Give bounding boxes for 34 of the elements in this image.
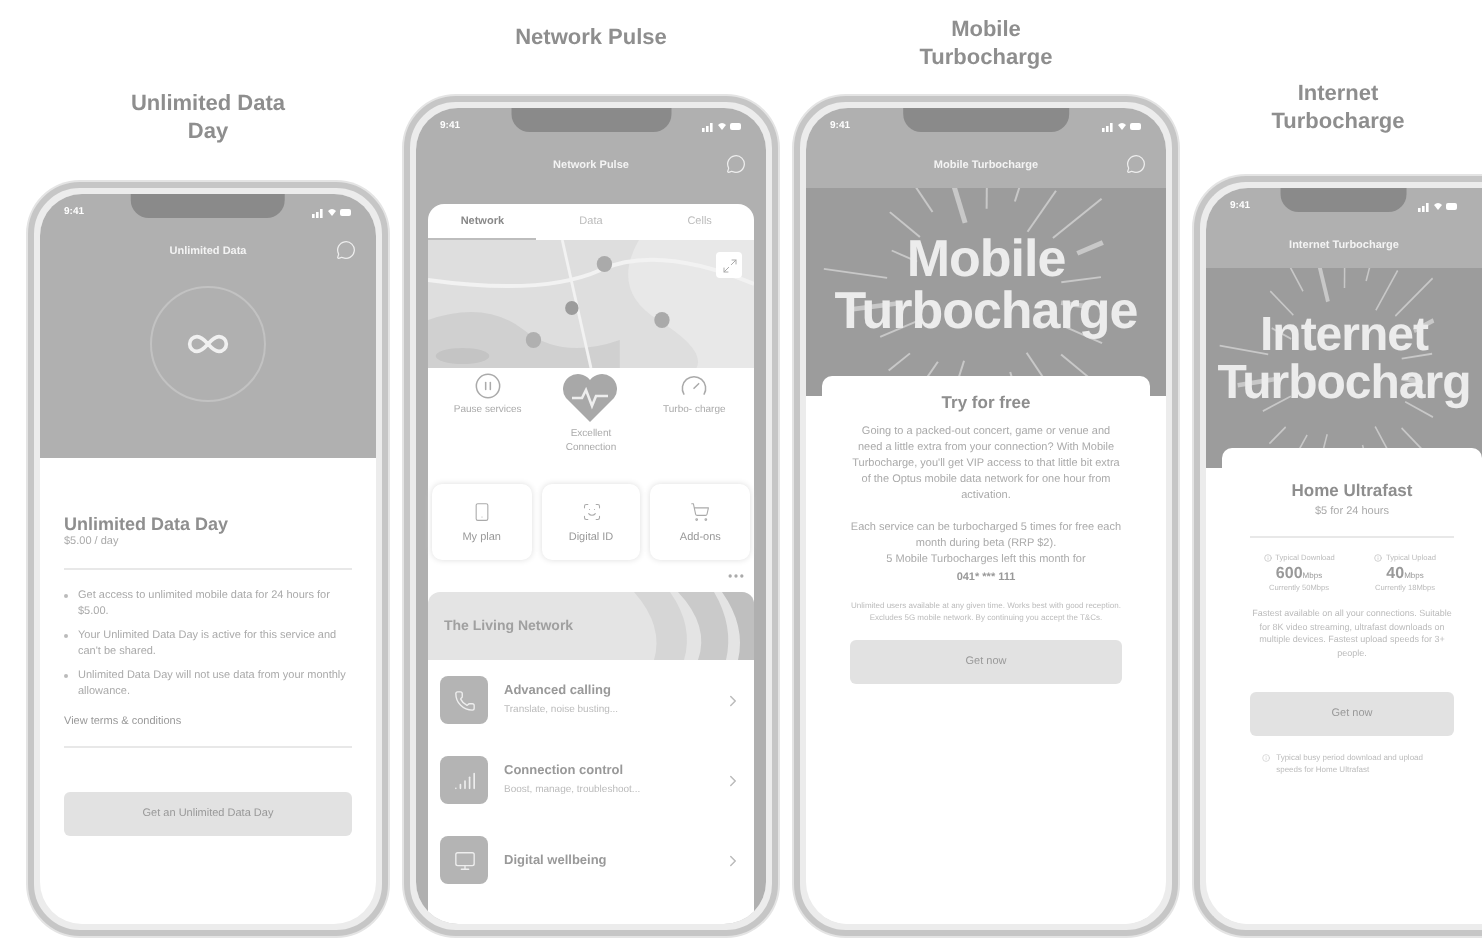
status-icons: [702, 120, 742, 132]
hero-title: Turbocharge: [834, 284, 1138, 336]
monitor-icon: [440, 836, 488, 884]
plan-title: Unlimited Data Day: [64, 514, 231, 534]
status-icons: [1418, 200, 1458, 212]
plan-title: Home Ultrafast: [1291, 480, 1413, 500]
heart-pulse-icon: [560, 372, 621, 424]
phone-caption: Unlimited Data Day: [128, 90, 287, 146]
gauge-icon: [680, 372, 709, 400]
pause-icon: [473, 372, 502, 400]
expand-icon: [721, 257, 737, 273]
status-icons: [1102, 120, 1142, 132]
card-title: Try for free: [941, 392, 1031, 412]
phone-icon: [471, 501, 492, 521]
phone-notch: [1280, 188, 1408, 212]
hero-title: Internet: [1259, 312, 1428, 360]
status-icons: [312, 206, 352, 218]
hero-title: Mobile: [906, 232, 1066, 284]
bars-icon: [440, 756, 488, 804]
chevron-icon: [724, 771, 742, 789]
phone-icon: [440, 676, 488, 724]
chat-icon[interactable]: [1126, 154, 1146, 174]
expand-button[interactable]: [716, 252, 742, 278]
chat-icon[interactable]: [726, 154, 746, 174]
chat-icon[interactable]: [336, 240, 356, 260]
hero-title: Turbocharg: [1217, 360, 1471, 408]
cart-icon: [690, 501, 711, 521]
phone-caption: Network Pulse: [513, 24, 669, 52]
info-icon: [1262, 752, 1271, 764]
chevron-icon: [724, 851, 742, 869]
phone-caption: Mobile Turbocharge: [917, 16, 1055, 72]
chevron-icon: [724, 691, 742, 709]
face-scan-icon: [581, 501, 601, 521]
phone-caption: Internet Turbocharge: [1269, 80, 1407, 136]
